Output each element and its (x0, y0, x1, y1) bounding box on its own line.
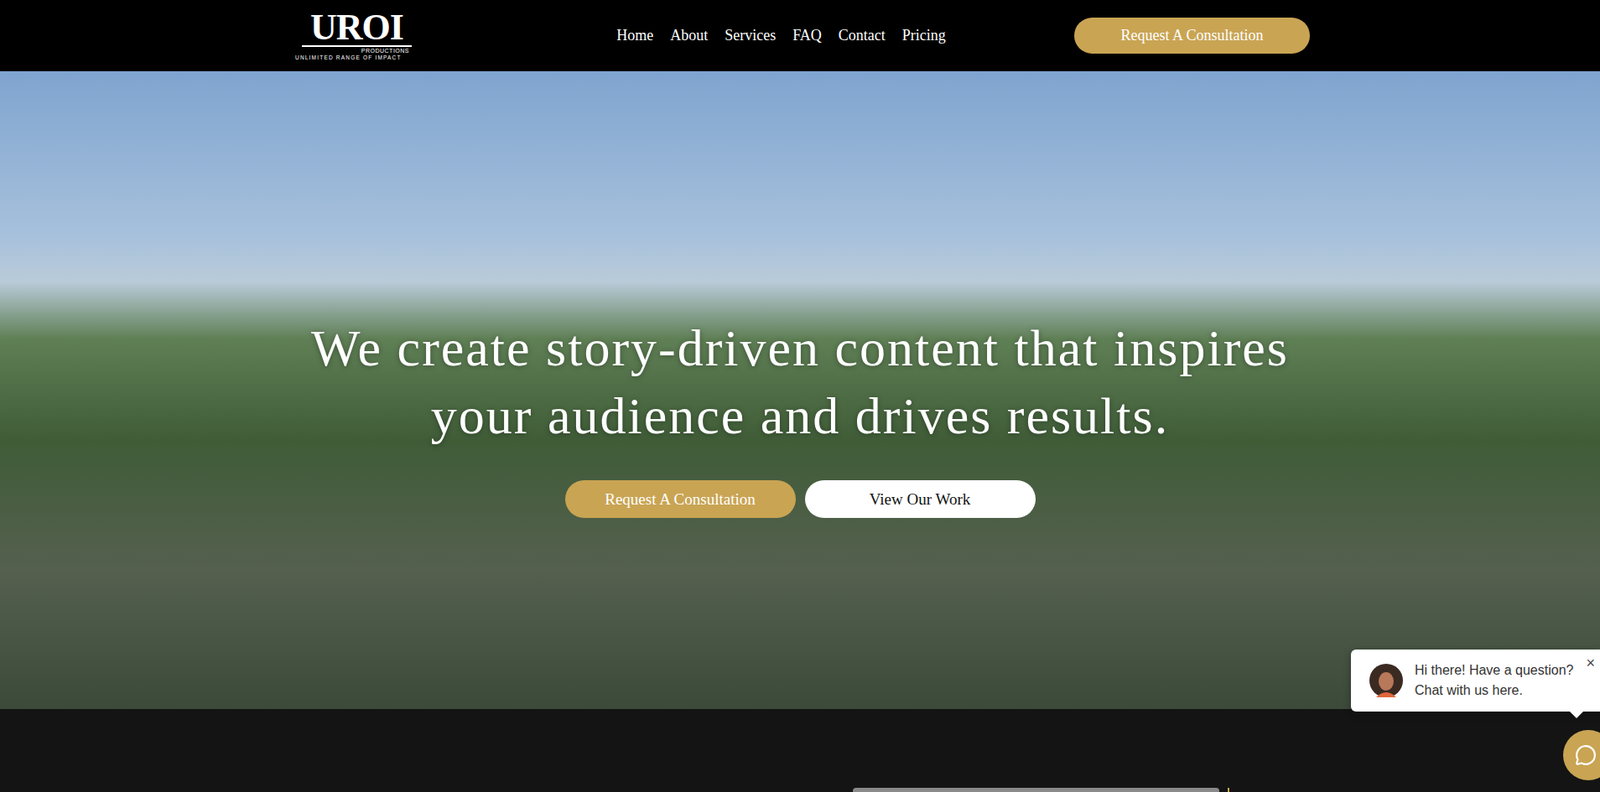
content-section (0, 709, 1600, 792)
nav-link[interactable]: FAQ (792, 26, 822, 45)
header: UROIPRODUCTIONSUNLIMITED RANGE OF IMPACT… (0, 0, 1600, 72)
media-block (852, 788, 1220, 792)
divider (1227, 788, 1230, 792)
agent-avatar-icon (1369, 664, 1403, 698)
page: UROIPRODUCTIONSUNLIMITED RANGE OF IMPACT… (0, 0, 1600, 792)
logo-sub: PRODUCTIONS (361, 46, 410, 55)
hero-button[interactable]: View Our Work (805, 480, 1036, 519)
logo-tagline: UNLIMITED RANGE OF IMPACT (295, 54, 402, 62)
nav-link[interactable]: Contact (838, 26, 886, 45)
nav: Home About Services FAQ Contact Pricing (420, 26, 1075, 45)
chat-icon (1574, 744, 1597, 767)
hero-buttons: Request A ConsultationView Our Work (565, 480, 1036, 519)
header-cta-button[interactable]: Request A Consultation (1074, 17, 1310, 54)
nav-link[interactable]: Pricing (902, 26, 946, 45)
hero: We create story-driven content that insp… (0, 71, 1600, 710)
nav-link[interactable]: Services (724, 26, 776, 45)
logo[interactable]: UROIPRODUCTIONSUNLIMITED RANGE OF IMPACT (295, 10, 421, 62)
hero-button[interactable]: Request A Consultation (565, 480, 796, 519)
chat-close-button[interactable]: × (1584, 654, 1597, 673)
nav-link[interactable]: About (670, 26, 708, 45)
logo-name: UROI (301, 10, 412, 47)
hero-heading: We create story-driven content that insp… (305, 314, 1295, 451)
nav-link[interactable]: Home (616, 26, 654, 45)
chat-popup[interactable]: Hi there! Have a question?Chat with us h… (1350, 649, 1600, 712)
chat-text: Hi there! Have a question?Chat with us h… (1414, 660, 1574, 702)
